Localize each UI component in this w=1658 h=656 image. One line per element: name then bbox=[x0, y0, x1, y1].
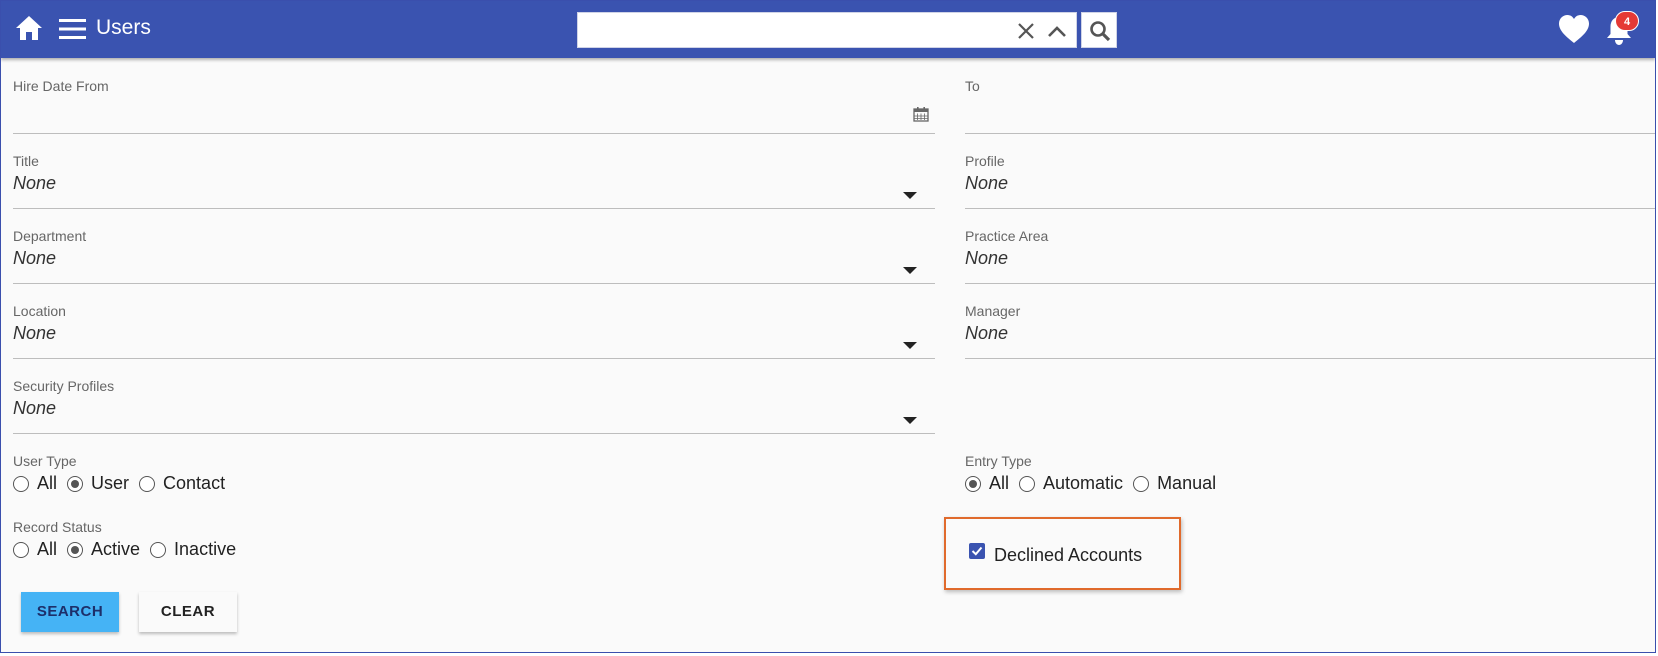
title-label: Title bbox=[13, 153, 39, 169]
practice-area-label: Practice Area bbox=[965, 228, 1049, 244]
underline bbox=[965, 208, 1655, 209]
radio-circle bbox=[13, 475, 29, 492]
radio-label: Active bbox=[91, 539, 141, 559]
check-icon bbox=[971, 546, 983, 556]
radio-label: All bbox=[37, 473, 58, 493]
underline bbox=[13, 433, 935, 434]
title-value: None bbox=[13, 173, 57, 193]
chevron-down-icon[interactable] bbox=[903, 267, 917, 274]
notification-badge: 4 bbox=[1615, 11, 1639, 31]
radio-circle bbox=[1019, 475, 1036, 492]
radio-circle bbox=[1133, 475, 1150, 492]
radio-label: Manual bbox=[1157, 473, 1217, 493]
hamburger-menu-icon[interactable] bbox=[59, 18, 86, 40]
search-icon bbox=[1090, 21, 1111, 42]
radio-label: Automatic bbox=[1043, 473, 1124, 493]
user-type-contact-radio[interactable]: Contact bbox=[139, 473, 225, 494]
underline bbox=[13, 358, 935, 359]
clear-icon[interactable] bbox=[1016, 21, 1036, 41]
department-value: None bbox=[13, 248, 57, 268]
underline bbox=[13, 133, 935, 134]
hire-date-to-field[interactable]: To bbox=[965, 78, 1655, 134]
radio-label: All bbox=[989, 473, 1010, 493]
home-icon[interactable] bbox=[15, 15, 43, 41]
radio-circle bbox=[67, 541, 84, 558]
security-profiles-label: Security Profiles bbox=[13, 378, 115, 394]
radio-circle bbox=[67, 475, 84, 492]
entry-type-all-radio[interactable]: All bbox=[965, 473, 1009, 494]
user-type-all-radio[interactable]: All bbox=[13, 473, 57, 494]
top-bar: Users 4 bbox=[1, 1, 1655, 58]
app-frame: Users 4 Hire Date From Title None Depart… bbox=[0, 0, 1656, 653]
profile-label: Profile bbox=[965, 153, 1005, 169]
radio-circle bbox=[965, 475, 981, 492]
calendar-icon[interactable] bbox=[913, 106, 929, 122]
underline bbox=[13, 208, 935, 209]
manager-select[interactable]: Manager None bbox=[965, 303, 1655, 359]
declined-accounts-highlight: Declined Accounts bbox=[944, 517, 1181, 590]
practice-area-select[interactable]: Practice Area None bbox=[965, 228, 1655, 284]
manager-value: None bbox=[965, 323, 1009, 343]
profile-select[interactable]: Profile None bbox=[965, 153, 1655, 209]
user-type-label: User Type bbox=[13, 453, 77, 469]
profile-value: None bbox=[965, 173, 1009, 193]
radio-label: All bbox=[37, 539, 58, 559]
declined-accounts-label[interactable]: Declined Accounts bbox=[994, 545, 1142, 566]
record-status-label: Record Status bbox=[13, 519, 102, 535]
radio-label: Inactive bbox=[174, 539, 237, 559]
chevron-down-icon[interactable] bbox=[903, 417, 917, 424]
underline bbox=[965, 283, 1655, 284]
entry-type-manual-radio[interactable]: Manual bbox=[1133, 473, 1216, 494]
radio-circle bbox=[13, 541, 29, 558]
declined-accounts-checkbox[interactable] bbox=[969, 543, 985, 559]
page-title: Users bbox=[96, 16, 151, 39]
user-type-user-radio[interactable]: User bbox=[67, 473, 129, 494]
manager-label: Manager bbox=[965, 303, 1021, 319]
hire-date-from-field[interactable]: Hire Date From bbox=[13, 78, 935, 134]
chevron-up-icon[interactable] bbox=[1046, 22, 1068, 40]
security-profiles-select[interactable]: Security Profiles None bbox=[13, 378, 935, 434]
search-box bbox=[577, 12, 1077, 48]
record-status-inactive-radio[interactable]: Inactive bbox=[150, 539, 236, 560]
department-select[interactable]: Department None bbox=[13, 228, 935, 284]
entry-type-label: Entry Type bbox=[965, 453, 1032, 469]
hire-date-to-label: To bbox=[965, 78, 980, 94]
radio-circle bbox=[139, 475, 156, 492]
radio-label: Contact bbox=[163, 473, 226, 493]
hire-date-from-label: Hire Date From bbox=[13, 78, 109, 94]
location-value: None bbox=[13, 323, 57, 343]
title-select[interactable]: Title None bbox=[13, 153, 935, 209]
practice-area-value: None bbox=[965, 248, 1009, 268]
radio-label: User bbox=[91, 473, 130, 493]
location-select[interactable]: Location None bbox=[13, 303, 935, 359]
location-label: Location bbox=[13, 303, 66, 319]
radio-circle bbox=[150, 541, 167, 558]
underline bbox=[965, 133, 1655, 134]
clear-button[interactable]: CLEAR bbox=[139, 592, 237, 632]
search-input[interactable] bbox=[578, 13, 1008, 47]
heart-icon[interactable] bbox=[1558, 14, 1590, 44]
underline bbox=[13, 283, 935, 284]
search-submit-button[interactable]: SEARCH bbox=[21, 592, 119, 632]
department-label: Department bbox=[13, 228, 87, 244]
security-profiles-value: None bbox=[13, 398, 57, 418]
record-status-all-radio[interactable]: All bbox=[13, 539, 57, 560]
chevron-down-icon[interactable] bbox=[903, 342, 917, 349]
record-status-active-radio[interactable]: Active bbox=[67, 539, 140, 560]
search-button[interactable] bbox=[1081, 12, 1117, 48]
underline bbox=[965, 358, 1655, 359]
entry-type-automatic-radio[interactable]: Automatic bbox=[1019, 473, 1123, 494]
chevron-down-icon[interactable] bbox=[903, 192, 917, 199]
